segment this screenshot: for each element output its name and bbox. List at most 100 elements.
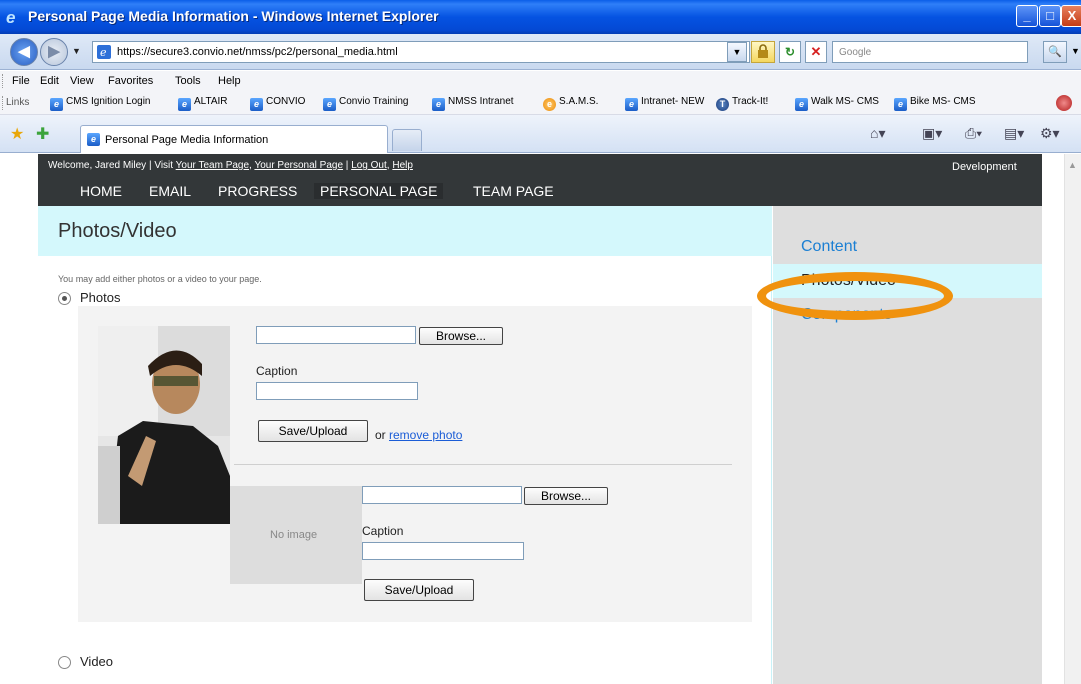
menu-edit[interactable]: Edit — [40, 75, 59, 87]
photo1-caption-label: Caption — [256, 364, 298, 378]
ie-page-icon: e — [894, 98, 907, 111]
history-dropdown-icon[interactable]: ▼ — [72, 46, 81, 56]
feeds-icon[interactable]: ▣▾ — [922, 125, 942, 142]
photo2-save-upload-button[interactable]: Save/Upload — [364, 579, 474, 601]
menu-file[interactable]: File — [12, 75, 30, 87]
menu-tools[interactable]: Tools — [175, 75, 201, 87]
environment-label: Development — [952, 161, 1017, 173]
print-icon[interactable]: ⎙▾ — [965, 125, 982, 142]
link-cms-ignition[interactable]: e CMS Ignition Login — [50, 96, 151, 111]
your-team-page-link[interactable]: Your Team Page — [176, 160, 249, 171]
page-menu-icon[interactable]: ▤▾ — [1004, 125, 1024, 142]
window-titlebar: e Personal Page Media Information - Wind… — [0, 0, 1081, 34]
link-altair[interactable]: e ALTAIR — [178, 96, 228, 111]
tab-favicon-icon: e — [87, 133, 100, 146]
photo2-browse-button[interactable]: Browse... — [524, 487, 608, 505]
ie-logo-icon: e — [6, 8, 16, 27]
tab-personal-page-media[interactable]: e Personal Page Media Information — [80, 125, 388, 153]
page-title: Photos/Video — [58, 220, 177, 242]
or-remove-text: or remove photo — [375, 428, 462, 442]
video-radio-label: Video — [80, 654, 114, 669]
menu-favorites[interactable]: Favorites — [108, 75, 153, 87]
nav-home[interactable]: HOME — [80, 183, 122, 199]
scroll-up-icon[interactable]: ▲ — [1068, 160, 1077, 170]
maximize-button[interactable]: □ — [1039, 5, 1061, 27]
photo1-caption-input[interactable] — [256, 382, 418, 400]
favorites-star-icon[interactable]: ★ — [10, 124, 24, 144]
no-image-placeholder: No image — [230, 486, 362, 584]
back-button[interactable]: ◀ — [10, 38, 38, 66]
search-placeholder: Google — [839, 47, 872, 58]
log-out-link[interactable]: Log Out — [351, 160, 387, 171]
link-track-it[interactable]: T Track-It! — [716, 96, 768, 111]
minimize-button[interactable]: _ — [1016, 5, 1038, 27]
search-input[interactable]: Google — [832, 41, 1028, 63]
links-label: Links — [6, 97, 30, 108]
links-bar: Links e CMS Ignition Login e ALTAIR e CONVI… — [0, 91, 1081, 115]
new-tab-button[interactable] — [392, 129, 422, 151]
remove-photo-link[interactable]: remove photo — [389, 428, 462, 442]
video-radio[interactable] — [58, 656, 71, 669]
link-bike-ms-cms[interactable]: e Bike MS- CMS — [894, 96, 976, 111]
link-nmss-intranet[interactable]: e NMSS Intranet — [432, 96, 514, 111]
ie-page-icon: e — [625, 98, 638, 111]
refresh-icon[interactable]: ↻ — [779, 41, 801, 63]
nav-progress[interactable]: PROGRESS — [218, 183, 297, 199]
page-favicon-icon: e — [97, 45, 111, 59]
photos-radio[interactable] — [58, 292, 71, 305]
address-input[interactable]: e https://secure3.convio.net/nmss/pc2/pe… — [92, 41, 750, 63]
nav-personal-page[interactable]: PERSONAL PAGE — [314, 183, 444, 199]
nav-email[interactable]: EMAIL — [149, 183, 191, 199]
link-convio-training[interactable]: e Convio Training — [323, 96, 408, 111]
photo2-caption-input[interactable] — [362, 542, 524, 560]
sams-logo-icon: e — [543, 98, 556, 111]
link-walk-ms-cms[interactable]: e Walk MS- CMS — [795, 96, 879, 111]
intro-text: You may add either photos or a video to … — [58, 274, 262, 284]
photo2-caption-label: Caption — [362, 524, 404, 538]
photo1-save-upload-button[interactable]: Save/Upload — [258, 420, 368, 442]
search-dropdown-icon[interactable]: ▼ — [1071, 46, 1080, 56]
site-container: Welcome, Jared Miley | Visit Your Team P… — [38, 154, 1042, 684]
address-toolbar: ◀ ▶ ▼ e https://secure3.convio.net/nmss/… — [0, 34, 1081, 70]
photo-divider — [234, 464, 732, 465]
or-text: or — [375, 428, 386, 442]
search-icon[interactable]: 🔍 — [1043, 41, 1067, 63]
ie-page-icon: e — [323, 98, 336, 111]
photo1-file-input[interactable] — [256, 326, 416, 344]
highlight-circle-annotation — [757, 272, 953, 320]
addon-icon[interactable] — [1056, 95, 1072, 111]
main-header: Photos/Video — [38, 206, 772, 256]
photo2-file-input[interactable] — [362, 486, 522, 504]
tab-label: Personal Page Media Information — [105, 134, 269, 146]
close-button[interactable]: X — [1061, 5, 1081, 27]
help-link[interactable]: Help — [392, 160, 413, 171]
svg-text:e: e — [100, 46, 107, 59]
page-viewport: Welcome, Jared Miley | Visit Your Team P… — [0, 154, 1081, 684]
link-sams[interactable]: e S.A.M.S. — [543, 96, 598, 111]
your-personal-page-link[interactable]: Your Personal Page — [254, 160, 343, 171]
menu-view[interactable]: View — [70, 75, 94, 87]
menu-help[interactable]: Help — [218, 75, 241, 87]
tools-gear-icon[interactable]: ⚙▾ — [1040, 125, 1060, 142]
home-icon[interactable]: ⌂▾ — [870, 125, 885, 142]
security-lock-icon[interactable] — [751, 41, 775, 63]
sidebar-item-content[interactable]: Content — [773, 230, 1042, 264]
vertical-scrollbar[interactable]: ▲ — [1064, 154, 1081, 684]
link-convio[interactable]: e CONVIO — [250, 96, 305, 111]
link-intranet-new[interactable]: e Intranet- NEW — [625, 96, 704, 111]
main-content: Photos/Video You may add either photos o… — [38, 206, 772, 684]
links-grip — [2, 96, 5, 110]
ie-page-icon: e — [50, 98, 63, 111]
tab-bar: ★ ✚ e Personal Page Media Information ⌂▾… — [0, 115, 1081, 153]
add-favorite-icon[interactable]: ✚ — [36, 124, 49, 144]
ie-page-icon: e — [432, 98, 445, 111]
forward-button[interactable]: ▶ — [40, 38, 68, 66]
address-dropdown-icon[interactable]: ▼ — [727, 42, 747, 62]
ie-page-icon: e — [178, 98, 191, 111]
photo1-browse-button[interactable]: Browse... — [419, 327, 503, 345]
stop-icon[interactable]: ✕ — [805, 41, 827, 63]
address-url: https://secure3.convio.net/nmss/pc2/pers… — [117, 46, 398, 58]
ie-page-icon: e — [250, 98, 263, 111]
menu-grip — [2, 74, 5, 88]
nav-team-page[interactable]: TEAM PAGE — [473, 183, 554, 199]
